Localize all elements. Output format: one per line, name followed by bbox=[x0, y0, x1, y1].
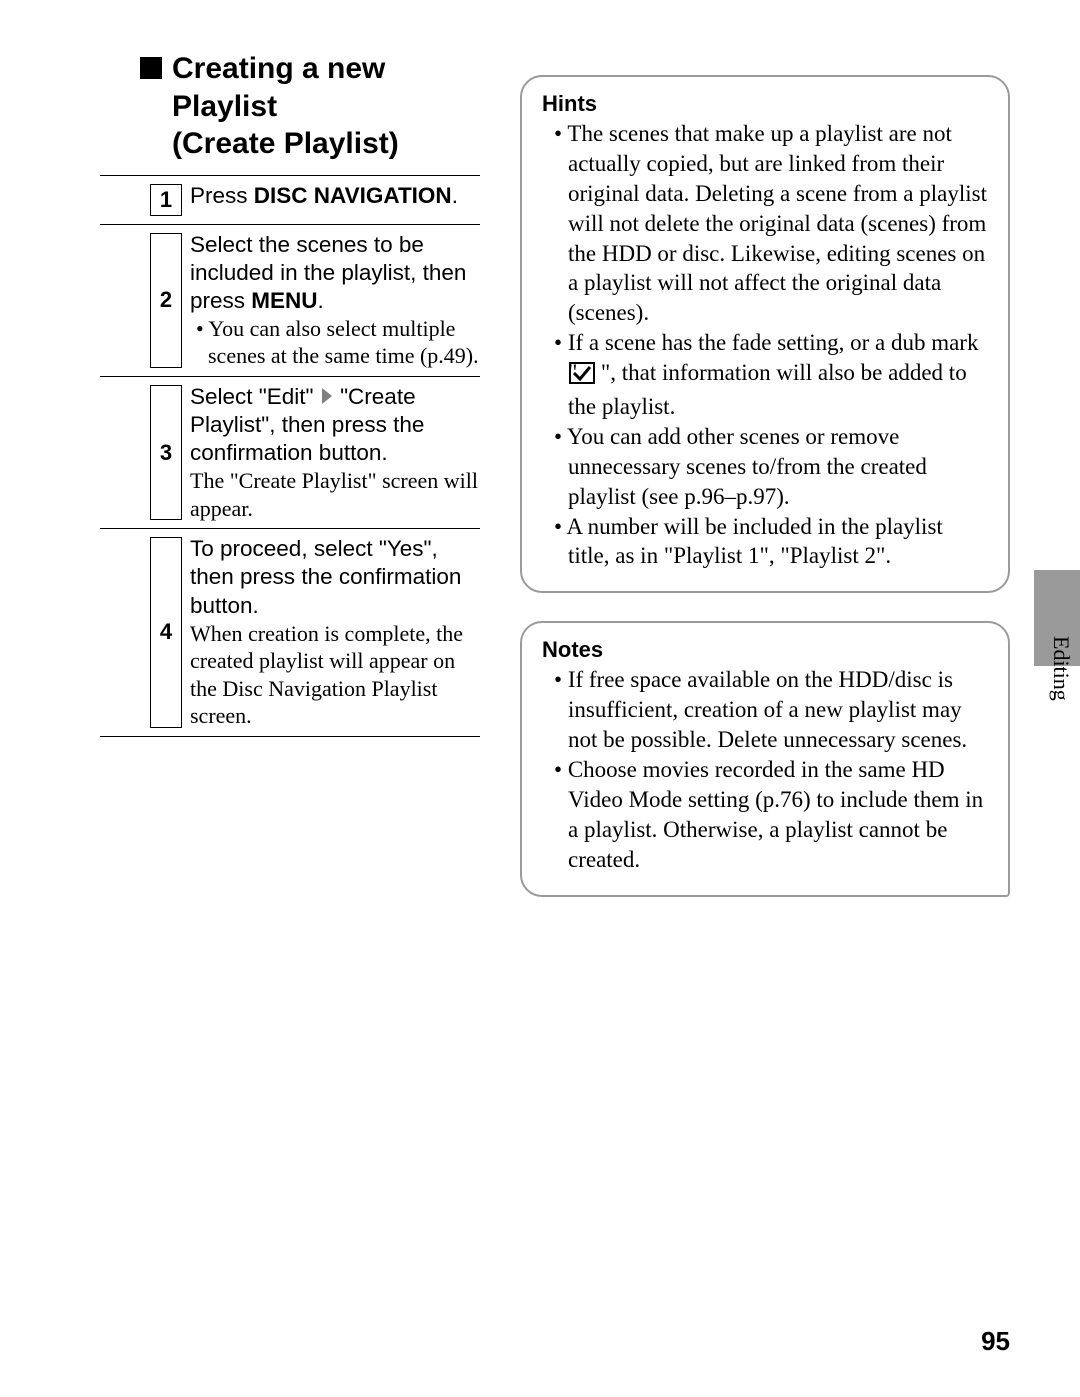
step-number-box: 1 bbox=[150, 184, 182, 216]
step-instruction: To proceed, select "Yes", then press the… bbox=[190, 535, 480, 619]
text: You can also select multiple scenes at t… bbox=[208, 316, 479, 369]
text: . bbox=[318, 288, 324, 313]
step-row: 3 Select "Edit" "Create Playlist", then … bbox=[100, 376, 480, 528]
notes-box: Notes • If free space available on the H… bbox=[520, 621, 1010, 896]
notes-item: • If free space available on the HDD/dis… bbox=[542, 665, 988, 755]
right-column: Hints • The scenes that make up a playli… bbox=[520, 50, 1010, 925]
text: Press bbox=[190, 183, 254, 208]
text: Select the scenes to be included in the … bbox=[190, 232, 466, 313]
menu-arrow-icon bbox=[320, 386, 334, 406]
section-tab-label: Editing bbox=[1048, 636, 1074, 701]
steps-list: 1 Press DISC NAVIGATION. 2 Select the sc… bbox=[100, 175, 480, 737]
left-column: Creating a new Playlist (Create Playlist… bbox=[100, 50, 480, 925]
dub-mark-icon bbox=[583, 362, 595, 392]
step-row: 1 Press DISC NAVIGATION. bbox=[100, 175, 480, 224]
step-caption: The "Create Playlist" screen will appear… bbox=[190, 467, 480, 522]
step-instruction: Press DISC NAVIGATION. bbox=[190, 183, 458, 208]
two-column-layout: Creating a new Playlist (Create Playlist… bbox=[100, 50, 1010, 925]
notes-item: • Choose movies recorded in the same HD … bbox=[542, 755, 988, 875]
hints-item: • The scenes that make up a playlist are… bbox=[542, 119, 988, 328]
step-bullet: • You can also select multiple scenes at… bbox=[190, 315, 480, 370]
text: Select "Edit" bbox=[190, 384, 320, 409]
step-row: 2 Select the scenes to be included in th… bbox=[100, 224, 480, 376]
text-bold: DISC NAVIGATION bbox=[254, 183, 452, 208]
hints-list: • The scenes that make up a playlist are… bbox=[542, 119, 988, 571]
text: If free space available on the HDD/disc … bbox=[568, 667, 967, 752]
page-number: 95 bbox=[981, 1326, 1010, 1357]
step-caption: When creation is complete, the created p… bbox=[190, 620, 480, 730]
text-bold: MENU bbox=[251, 288, 317, 313]
text: . bbox=[452, 183, 458, 208]
step-number-box: 2 bbox=[150, 233, 182, 368]
text: A number will be included in the playlis… bbox=[567, 514, 943, 569]
step-number-box: 4 bbox=[150, 537, 182, 727]
notes-title: Notes bbox=[542, 637, 988, 663]
step-instruction: Select the scenes to be included in the … bbox=[190, 231, 480, 315]
step-number-box: 3 bbox=[150, 385, 182, 520]
hints-box: Hints • The scenes that make up a playli… bbox=[520, 75, 1010, 593]
heading-line: Playlist bbox=[172, 88, 399, 126]
section-heading: Creating a new Playlist (Create Playlist… bbox=[140, 50, 480, 163]
square-bullet-icon bbox=[140, 57, 162, 79]
heading-line: Creating a new bbox=[172, 50, 399, 88]
hints-title: Hints bbox=[542, 91, 988, 117]
step-instruction: Select "Edit" "Create Playlist", then pr… bbox=[190, 383, 480, 467]
notes-list: • If free space available on the HDD/dis… bbox=[542, 665, 988, 874]
manual-page: Creating a new Playlist (Create Playlist… bbox=[0, 0, 1080, 1397]
text: ", that information will also be added t… bbox=[568, 360, 967, 419]
hints-item: • If a scene has the fade setting, or a … bbox=[542, 328, 988, 422]
hints-item: • You can add other scenes or remove unn… bbox=[542, 422, 988, 512]
text: You can add other scenes or remove unnec… bbox=[567, 424, 927, 509]
heading-line: (Create Playlist) bbox=[172, 125, 399, 163]
text: The scenes that make up a playlist are n… bbox=[567, 121, 987, 325]
step-row: 4 To proceed, select "Yes", then press t… bbox=[100, 528, 480, 736]
hints-item: • A number will be included in the playl… bbox=[542, 512, 988, 572]
text: Choose movies recorded in the same HD Vi… bbox=[568, 757, 983, 872]
